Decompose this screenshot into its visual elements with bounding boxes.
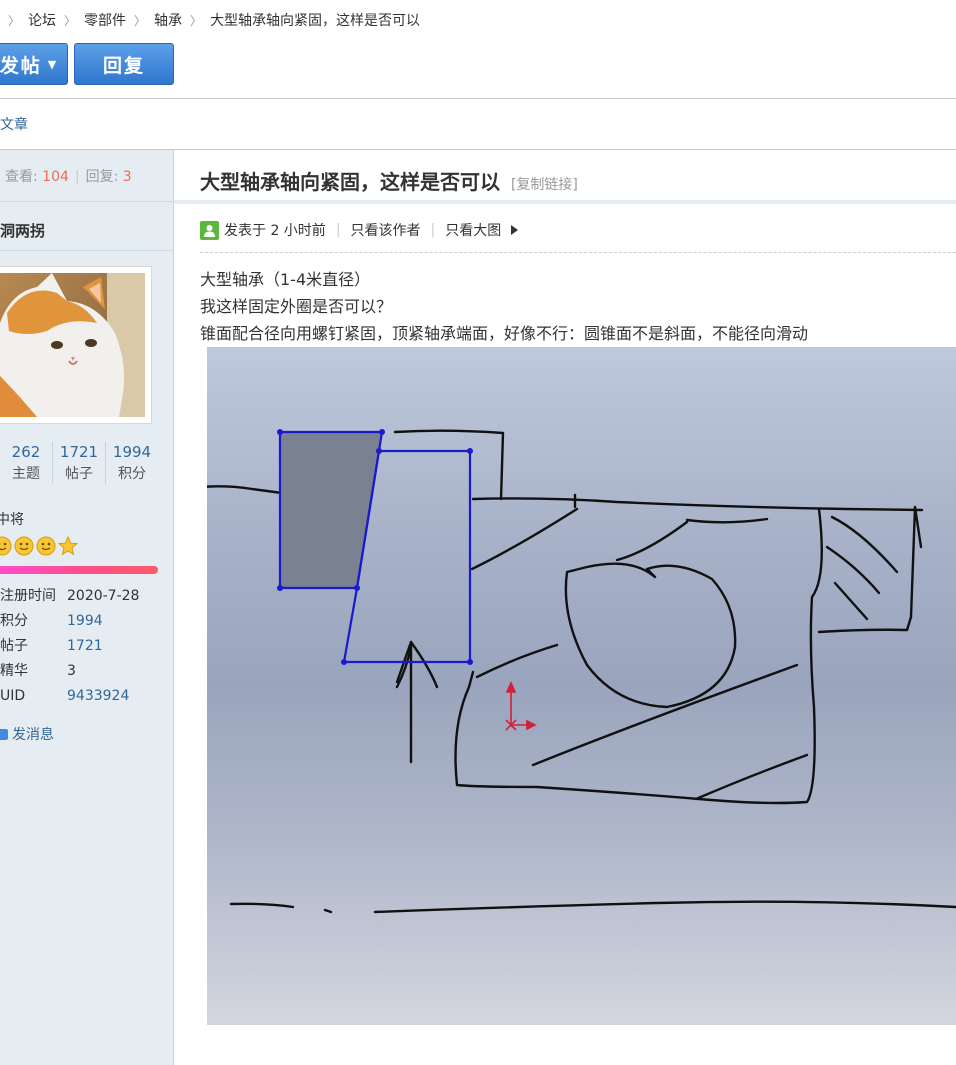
views-label: 查看:: [5, 169, 38, 185]
bearing-sketch-drawing: [207, 429, 956, 914]
replies-count: 3: [122, 169, 132, 185]
author-stats: 262 主题 1721 帖子 1994 积分: [0, 442, 158, 484]
profile-row: 帖子 1721: [0, 638, 103, 654]
breadcrumb-forum[interactable]: 论坛: [28, 10, 56, 30]
caret-right-icon[interactable]: [511, 225, 519, 235]
post-meta: 发表于 2 小时前 | 只看该作者 | 只看大图: [200, 218, 519, 242]
send-message-link[interactable]: 发消息: [0, 724, 54, 744]
smiley-medal-icon: [14, 536, 34, 556]
chevron-down-icon: ▼: [47, 57, 59, 71]
article-link[interactable]: 文章: [0, 114, 28, 134]
post-sketch-image[interactable]: [207, 347, 956, 1025]
posted-time: 发表于 2 小时前: [224, 223, 326, 239]
post-line: 大型轴承（1-4米直径）: [200, 270, 371, 289]
post-title: 大型轴承轴向紧固，这样是否可以 [复制链接]: [200, 166, 578, 195]
breadcrumb-bearing[interactable]: 轴承: [154, 10, 182, 30]
replies-label: 回复:: [85, 169, 119, 185]
breadcrumb-parts[interactable]: 零部件: [84, 10, 126, 30]
breadcrumb-current[interactable]: 大型轴承轴向紧固，这样是否可以: [210, 10, 420, 30]
breadcrumb-separator: 〉: [8, 13, 21, 28]
meta-divider: [200, 252, 956, 253]
post-title-text: 大型轴承轴向紧固，这样是否可以: [200, 170, 500, 194]
only-author-link[interactable]: 只看该作者: [351, 220, 421, 240]
profile-info: 注册时间 2020-7-28 积分 1994 帖子 1721 精华 3 UID 94339…: [0, 584, 139, 709]
breadcrumb-separator: 〉: [190, 13, 203, 28]
author-name[interactable]: 洞两拐: [0, 220, 45, 241]
breadcrumb-separator: 〉: [64, 13, 77, 28]
smiley-medal-icon: [36, 536, 56, 556]
profile-row: 精华 3: [0, 663, 76, 679]
star-medal-icon: [58, 536, 78, 556]
big-image-link[interactable]: 只看大图: [445, 220, 501, 240]
send-message-label: 发消息: [12, 727, 54, 743]
author-rank: 中将: [0, 512, 24, 528]
cat-avatar-image: [0, 273, 145, 417]
post-line: 锥面配合径向用螺钉紧固，顶紧轴承端面，好像不行：圆锥面不是斜面，不能径向滑动: [200, 324, 809, 343]
divider: [0, 98, 956, 99]
breadcrumb: 〉 论坛 〉 零部件 〉 轴承 〉 大型轴承轴向紧固，这样是否可以: [0, 8, 420, 32]
sidebar-divider: [0, 250, 173, 251]
new-post-label: 发帖: [0, 54, 42, 77]
post-line: 我这样固定外圈是否可以？: [200, 297, 393, 316]
breadcrumb-separator: 〉: [134, 13, 147, 28]
stat-topics[interactable]: 262 主题: [0, 442, 53, 484]
profile-row: 注册时间 2020-7-28: [0, 588, 140, 604]
avatar[interactable]: [0, 266, 152, 424]
stat-posts[interactable]: 1721 帖子: [53, 442, 106, 484]
message-icon: [0, 728, 8, 740]
post-body: 大型轴承（1-4米直径） 我这样固定外圈是否可以？ 锥面配合径向用螺钉紧固，顶紧…: [200, 266, 808, 347]
stat-points[interactable]: 1994 积分: [106, 442, 158, 484]
online-user-icon: [200, 220, 219, 240]
reply-label: 回复: [102, 54, 145, 77]
reply-button[interactable]: 回复: [74, 43, 174, 85]
profile-row: 积分 1994: [0, 613, 103, 629]
medals: [0, 536, 78, 558]
thread-stats: 查看: 104 | 回复: 3: [5, 169, 132, 185]
views-count: 104: [42, 169, 69, 185]
copy-link-button[interactable]: [复制链接]: [511, 177, 578, 193]
level-progress-bar: [0, 566, 158, 574]
title-separator: [174, 200, 956, 204]
profile-row: UID 9433924: [0, 688, 130, 704]
new-post-button[interactable]: 发帖 ▼: [0, 43, 68, 85]
smiley-medal-icon: [0, 536, 12, 556]
sidebar-divider: [0, 201, 173, 202]
